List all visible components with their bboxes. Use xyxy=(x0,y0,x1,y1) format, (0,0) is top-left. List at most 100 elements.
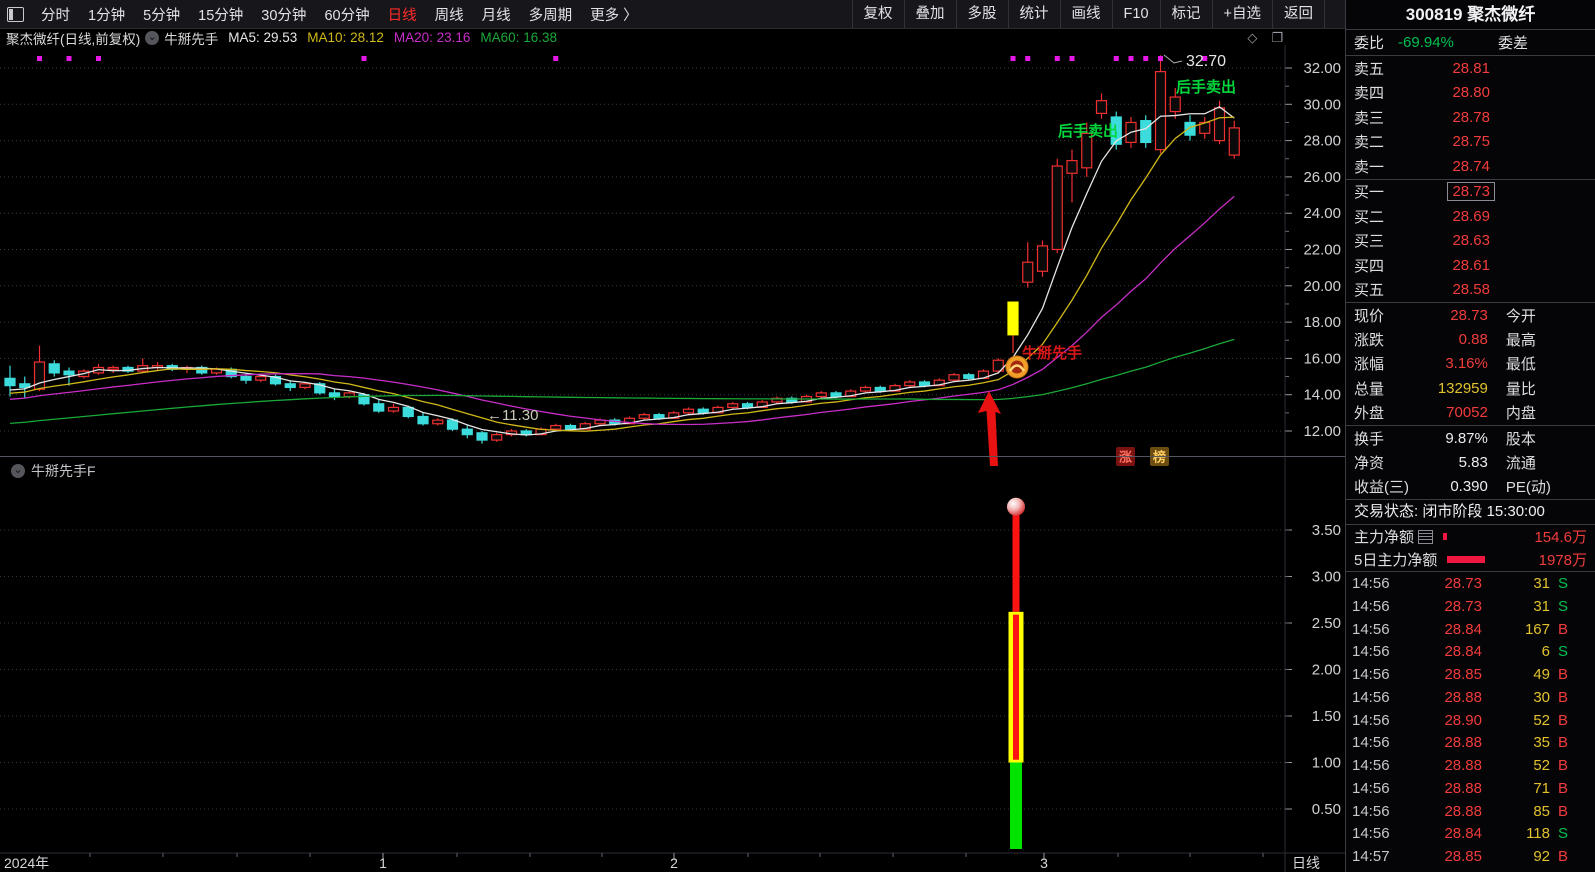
x-axis-month-label: 3 xyxy=(1040,855,1048,871)
chevron-down-icon[interactable]: ⌄ xyxy=(145,31,159,45)
buy-level-row[interactable]: 买四28.61 xyxy=(1346,253,1595,278)
trade-time: 14:56 xyxy=(1352,689,1400,706)
buy-level-row[interactable]: 买一28.73 xyxy=(1346,180,1595,205)
buy-level-price: 28.61 xyxy=(1406,257,1490,274)
trade-direction: S xyxy=(1550,598,1568,615)
weicha-label: 委差 xyxy=(1498,32,1528,53)
buy-signal-label: 牛掰先手 xyxy=(1022,344,1082,362)
period-tab-分时[interactable]: 分时 xyxy=(32,4,79,25)
toolbar-button-标记[interactable]: 标记 xyxy=(1160,0,1212,28)
y-axis-label: 16.00 xyxy=(1303,350,1341,367)
toolbar-button-复权[interactable]: 复权 xyxy=(852,0,904,28)
sell-level-label: 卖二 xyxy=(1354,131,1406,152)
toolbar-button-返回[interactable]: 返回 xyxy=(1272,0,1325,28)
sell-level-row[interactable]: 卖四28.80 xyxy=(1346,81,1595,106)
candlestick-chart[interactable]: 32.0030.0028.0026.0024.0022.0020.0018.00… xyxy=(0,45,1345,872)
y-axis-label: 32.00 xyxy=(1303,60,1341,77)
chart-area[interactable]: 32.0030.0028.0026.0024.0022.0020.0018.00… xyxy=(0,45,1345,872)
trade-price: 28.88 xyxy=(1400,689,1482,706)
toolbar-button-叠加[interactable]: 叠加 xyxy=(904,0,956,28)
tick-trade-list[interactable]: 14:5628.7331S14:5628.7331S14:5628.84167B… xyxy=(1346,571,1595,868)
chevron-down-icon[interactable]: ⌄ xyxy=(11,464,25,478)
buy-level-row[interactable]: 买五28.58 xyxy=(1346,278,1595,303)
period-tab-更多 〉[interactable]: 更多 〉 xyxy=(581,4,647,25)
buy-level-label: 买四 xyxy=(1354,255,1406,276)
period-tab-月线[interactable]: 月线 xyxy=(473,4,520,25)
stat-value: 28.73 xyxy=(1417,307,1488,324)
fund-flow-value: 154.6万 xyxy=(1534,526,1587,547)
candle-body xyxy=(330,393,340,397)
ma-label: MA20: 23.16 xyxy=(394,30,471,45)
trade-time: 14:56 xyxy=(1352,666,1400,683)
trade-volume: 6 xyxy=(1482,643,1550,660)
candle-body xyxy=(462,429,472,434)
weibi-label: 委比 xyxy=(1354,32,1384,53)
sell-level-row[interactable]: 卖二28.75 xyxy=(1346,130,1595,155)
indicator-bar-segment xyxy=(1010,763,1022,849)
x-axis-month-label: 2 xyxy=(670,855,678,871)
period-tab-30分钟[interactable]: 30分钟 xyxy=(252,4,315,25)
buy-level-row[interactable]: 买二28.69 xyxy=(1346,204,1595,229)
stat-value: 62 xyxy=(1561,404,1587,421)
trade-volume: 49 xyxy=(1482,666,1550,683)
candle-body xyxy=(418,416,428,423)
fund-flow-row: 主力净额 154.6万 xyxy=(1346,525,1595,548)
period-tab-15分钟[interactable]: 15分钟 xyxy=(189,4,252,25)
toolbar-button-画线[interactable]: 画线 xyxy=(1060,0,1112,28)
trade-price: 28.90 xyxy=(1400,712,1482,729)
candle-body xyxy=(374,404,384,411)
layout-toggle-icon[interactable] xyxy=(7,7,24,22)
y-axis-label: 2.50 xyxy=(1312,615,1341,632)
ma-line-ma20 xyxy=(10,196,1234,424)
y-axis-label: 3.00 xyxy=(1312,569,1341,586)
subpanel-indicator-name: 牛掰先手F xyxy=(31,461,96,481)
detail-list-icon[interactable] xyxy=(1418,530,1433,544)
period-tab-60分钟[interactable]: 60分钟 xyxy=(315,4,378,25)
signal-dot xyxy=(67,56,72,61)
candle-body xyxy=(816,393,826,397)
sell-level-row[interactable]: 卖五28.81 xyxy=(1346,56,1595,81)
stat-row: 收益(三)0.390PE(动) xyxy=(1346,475,1595,499)
trade-volume: 92 xyxy=(1482,848,1550,865)
fund-flow-label: 主力净额 xyxy=(1354,526,1414,547)
toolbar-button-F10[interactable]: F10 xyxy=(1112,0,1160,28)
trade-row: 14:5628.9052B xyxy=(1346,709,1595,732)
period-tab-1分钟[interactable]: 1分钟 xyxy=(79,4,134,25)
stat-label: 收益(三) xyxy=(1354,476,1417,497)
signal-dot xyxy=(1143,56,1148,61)
period-tab-多周期[interactable]: 多周期 xyxy=(520,4,582,25)
sell-level-row[interactable]: 卖一28.74 xyxy=(1346,154,1595,179)
toolbar-button-多股[interactable]: 多股 xyxy=(956,0,1008,28)
trade-volume: 31 xyxy=(1482,598,1550,615)
candle-body xyxy=(35,362,45,389)
toolbar-button-统计[interactable]: 统计 xyxy=(1008,0,1060,28)
candle-body xyxy=(1023,262,1033,282)
period-tab-周线[interactable]: 周线 xyxy=(426,4,473,25)
stat-value: 3.16% xyxy=(1417,355,1488,372)
x-axis-month-label: 1 xyxy=(379,855,387,871)
ma-label: MA60: 16.38 xyxy=(480,30,557,45)
period-tab-日线[interactable]: 日线 xyxy=(379,4,426,25)
trade-direction: B xyxy=(1550,712,1568,729)
weibi-value: -69.94% xyxy=(1398,34,1476,51)
toolbar-button-+自选[interactable]: +自选 xyxy=(1212,0,1272,28)
trade-volume: 52 xyxy=(1482,712,1550,729)
trade-price: 28.84 xyxy=(1400,621,1482,638)
buy-level-row[interactable]: 买三28.63 xyxy=(1346,229,1595,254)
trade-row: 14:5628.846S xyxy=(1346,640,1595,663)
period-tab-5分钟[interactable]: 5分钟 xyxy=(134,4,189,25)
y-axis-label: 30.00 xyxy=(1303,96,1341,113)
trade-status: 交易状态: 闭市阶段 15:30:00 xyxy=(1346,499,1595,525)
candle-body xyxy=(639,415,649,419)
stat-row: 净资5.83流通1. xyxy=(1346,450,1595,474)
diamond-icon[interactable]: ◇ xyxy=(1247,30,1257,46)
sell-level-label: 卖五 xyxy=(1354,58,1406,79)
candle-body xyxy=(5,378,15,385)
buy-level-price: 28.69 xyxy=(1406,208,1490,225)
y-axis-label: 28.00 xyxy=(1303,133,1341,150)
fund-flow-row: 5日主力净额1978万 xyxy=(1346,548,1595,571)
panel-toggle-icon[interactable]: ❐ xyxy=(1271,30,1283,46)
buy-level-label: 买三 xyxy=(1354,230,1406,251)
sell-level-row[interactable]: 卖三28.78 xyxy=(1346,105,1595,130)
weibi-row: 委比 -69.94% 委差 xyxy=(1346,30,1595,56)
